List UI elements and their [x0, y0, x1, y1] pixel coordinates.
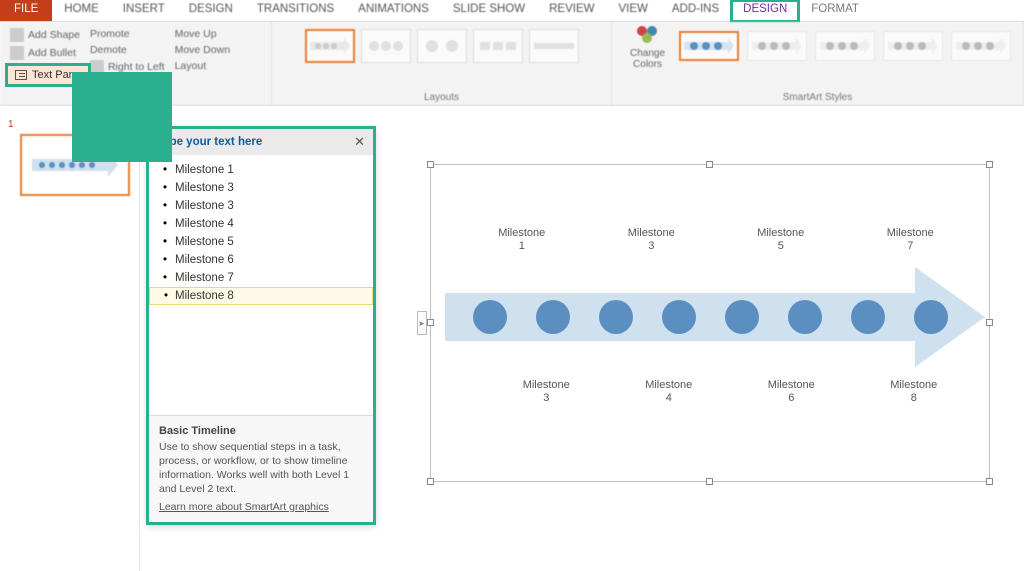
smartart-bottom-labels: Milestone3 Milestone4 Milestone6 Milesto…	[445, 379, 975, 405]
demote-button[interactable]: Demote	[86, 42, 169, 58]
layout-swatch-selected[interactable]	[305, 29, 355, 63]
milestone-label[interactable]: Milestone6	[730, 379, 853, 405]
tab-smartart-design-label: DESIGN	[743, 3, 787, 15]
resize-handle[interactable]	[427, 161, 434, 168]
move-down-button[interactable]: Move Down	[171, 42, 234, 58]
resize-handle[interactable]	[986, 319, 993, 326]
tab-animations[interactable]: ANIMATIONS	[346, 0, 441, 21]
layout-swatch[interactable]	[473, 29, 523, 63]
text-pane-title: Type your text here	[157, 136, 262, 148]
layout-swatch[interactable]	[417, 29, 467, 63]
text-pane-item[interactable]: Milestone 7	[149, 269, 373, 287]
style-swatch[interactable]	[815, 31, 875, 61]
smartart-graphic[interactable]: Milestone1 Milestone3 Milestone5 Milesto…	[445, 179, 975, 467]
workspace: 1 Type your text here ✕ Milestone 1 Mile…	[0, 106, 1024, 571]
change-colors-icon	[636, 23, 660, 45]
resize-handle[interactable]	[986, 161, 993, 168]
text-pane-icon	[15, 70, 27, 80]
text-pane-item[interactable]: Milestone 3	[149, 197, 373, 215]
milestone-label[interactable]: Milestone5	[716, 227, 846, 253]
milestone-label[interactable]: Milestone1	[457, 227, 587, 253]
change-colors-button[interactable]: Change Colors	[625, 23, 671, 70]
text-pane-item-selected[interactable]: Milestone 8	[149, 287, 373, 305]
style-swatch[interactable]	[951, 31, 1011, 61]
text-pane-footer-title: Basic Timeline	[159, 424, 363, 438]
tab-view[interactable]: VIEW	[606, 0, 659, 21]
add-shape-icon	[10, 28, 24, 42]
group-label-styles: SmartArt Styles	[783, 92, 852, 103]
tab-strip: FILE HOME INSERT DESIGN TRANSITIONS ANIM…	[0, 0, 1024, 22]
tab-review[interactable]: REVIEW	[537, 0, 606, 21]
resize-handle[interactable]	[706, 478, 713, 485]
milestone-label[interactable]: Milestone7	[846, 227, 976, 253]
group-label-create-graphic: Create Graphic	[6, 92, 265, 103]
demote-label: Demote	[90, 44, 127, 56]
layout-label: Layout	[175, 60, 207, 72]
resize-handle[interactable]	[706, 161, 713, 168]
add-shape-label: Add Shape	[28, 29, 80, 41]
promote-label: Promote	[90, 28, 130, 40]
milestone-label[interactable]: Milestone8	[853, 379, 976, 405]
slide-thumbnail-panel: 1	[0, 106, 140, 571]
text-pane-list[interactable]: Milestone 1 Milestone 3 Milestone 3 Mile…	[149, 155, 373, 415]
add-bullet-button[interactable]: Add Bullet	[6, 44, 84, 62]
smartart-top-labels: Milestone1 Milestone3 Milestone5 Milesto…	[445, 227, 975, 253]
annotation-highlight-text-pane-button: Text Pane	[5, 63, 91, 87]
tab-file[interactable]: FILE	[0, 0, 52, 21]
resize-handle[interactable]	[427, 478, 434, 485]
layouts-gallery[interactable]	[305, 26, 579, 66]
tab-add-ins[interactable]: ADD-INS	[660, 0, 731, 21]
text-pane-button[interactable]: Text Pane	[5, 63, 91, 87]
add-shape-button[interactable]: Add Shape	[6, 26, 84, 44]
tab-slide-show[interactable]: SLIDE SHOW	[441, 0, 537, 21]
ribbon: Add Shape Add Bullet x Promote Demote Ri…	[0, 22, 1024, 106]
tab-design-main[interactable]: DESIGN	[177, 0, 245, 21]
resize-handle[interactable]	[427, 319, 434, 326]
text-pane-item[interactable]: Milestone 1	[149, 161, 373, 179]
text-pane-button-label: Text Pane	[32, 69, 81, 81]
tab-transitions[interactable]: TRANSITIONS	[245, 0, 346, 21]
right-to-left-button[interactable]: Right to Left	[86, 58, 169, 76]
change-colors-label: Change Colors	[625, 48, 671, 70]
tab-smartart-design[interactable]: DESIGN	[731, 0, 799, 21]
layout-swatch[interactable]	[361, 29, 411, 63]
move-down-label: Move Down	[175, 44, 230, 56]
layout-swatch[interactable]	[529, 29, 579, 63]
text-pane-panel: Type your text here ✕ Milestone 1 Milest…	[146, 126, 376, 525]
text-pane-item[interactable]: Milestone 6	[149, 251, 373, 269]
tab-insert[interactable]: INSERT	[111, 0, 177, 21]
add-bullet-label: Add Bullet	[28, 47, 76, 59]
move-up-label: Move Up	[175, 28, 217, 40]
tab-home[interactable]: HOME	[52, 0, 111, 21]
milestone-label[interactable]: Milestone4	[608, 379, 731, 405]
text-pane-close-button[interactable]: ✕	[354, 134, 365, 150]
timeline-arrow-shape[interactable]	[445, 267, 985, 367]
milestone-label[interactable]: Milestone3	[485, 379, 608, 405]
rtl-icon	[90, 60, 104, 74]
group-label-layouts: Layouts	[424, 92, 459, 103]
style-swatch[interactable]	[747, 31, 807, 61]
text-pane-item[interactable]: Milestone 3	[149, 179, 373, 197]
text-pane-footer: Basic Timeline Use to show sequential st…	[149, 415, 373, 522]
add-bullet-icon	[10, 46, 24, 60]
thumbnail-number: 1	[8, 119, 14, 130]
promote-button[interactable]: Promote	[86, 26, 169, 42]
text-pane-header: Type your text here ✕	[149, 129, 373, 155]
style-swatch[interactable]	[883, 31, 943, 61]
slide-canvas[interactable]: Type your text here ✕ Milestone 1 Milest…	[140, 106, 1024, 571]
move-up-button[interactable]: Move Up	[171, 26, 234, 42]
layout-button[interactable]: Layout	[171, 58, 234, 74]
milestone-label[interactable]: Milestone3	[587, 227, 717, 253]
rtl-label: Right to Left	[108, 61, 165, 73]
learn-more-link[interactable]: Learn more about SmartArt graphics	[159, 500, 329, 514]
text-pane-item[interactable]: Milestone 4	[149, 215, 373, 233]
tab-smartart-format[interactable]: FORMAT	[799, 0, 871, 21]
smartart-selection-frame[interactable]: ▸ Milestone1 Milestone3 Milestone5 Miles…	[430, 164, 990, 482]
text-pane-item[interactable]: Milestone 5	[149, 233, 373, 251]
style-swatch-selected[interactable]	[679, 31, 739, 61]
text-pane-footer-body: Use to show sequential steps in a task, …	[159, 440, 363, 496]
slide-thumbnail-1[interactable]	[20, 134, 130, 196]
resize-handle[interactable]	[986, 478, 993, 485]
smartart-expand-handle[interactable]: ▸	[417, 311, 427, 335]
